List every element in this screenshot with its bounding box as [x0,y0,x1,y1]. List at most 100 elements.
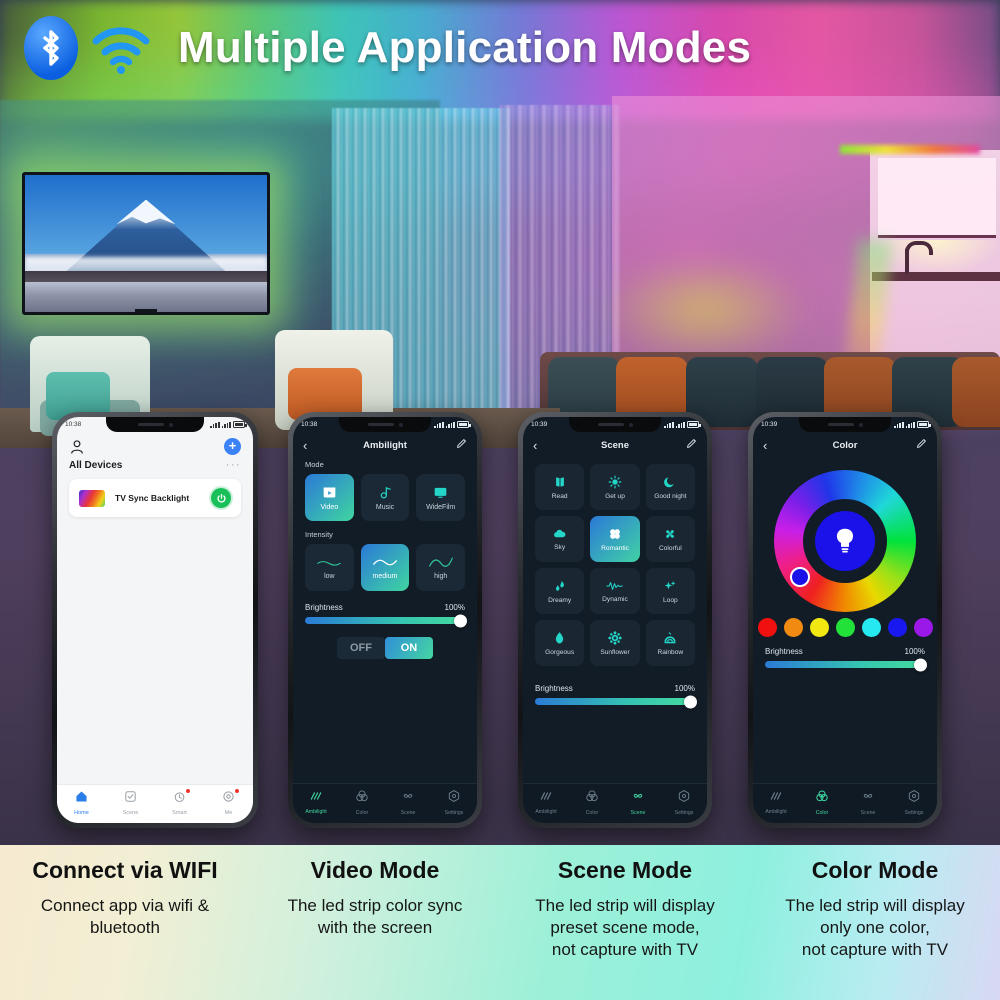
nav-label: Ambilight [535,809,557,815]
intensity-tile-medium[interactable]: medium [360,544,410,591]
intensity-tile-low[interactable]: low [305,544,354,591]
nav-item-settings[interactable]: Settings [661,789,707,816]
power-segmented-control: OFF ON [293,637,477,659]
nav-item-color[interactable]: Color [339,789,385,816]
mode-tile-video[interactable]: Video [305,474,354,521]
sofa-pillow [952,357,1000,427]
nav-item-ambilight[interactable]: Ambilight [293,789,339,816]
tv-stand [135,309,157,312]
back-icon[interactable]: ‹ [533,438,547,453]
nav-item-home[interactable]: Home [57,790,106,816]
caption-band: Connect via WIFI Connect app via wifi & … [0,845,1000,1000]
scene-cell-get-up[interactable]: Get up [590,464,640,510]
mode-label: Music [375,503,395,511]
caption-wifi: Connect via WIFI Connect app via wifi & … [0,845,250,1000]
color-swatch[interactable] [757,618,777,637]
brightness-slider[interactable] [305,614,467,627]
brightness-label: Brightness [535,684,573,693]
nav-item-color[interactable]: Color [569,789,615,816]
nav-label: Scene [122,810,139,816]
scene-cell-sky[interactable]: Sky [535,516,585,562]
brightness-slider[interactable] [765,658,927,671]
brightness-slider[interactable] [535,695,697,708]
status-time: 10:39 [761,421,778,428]
signal-bars-icon [894,421,904,428]
nav-item-ambilight[interactable]: Ambilight [523,789,569,816]
color-swatch[interactable] [887,618,907,637]
nav-item-smart[interactable]: Smart [155,789,204,816]
color-swatch[interactable] [861,618,881,637]
nav-label: Smart [172,810,187,816]
signal-bars-icon [210,421,220,428]
mode-tile-music[interactable]: Music [360,474,410,521]
mode-tile-row: Video Music WideFilm [293,474,477,521]
color-wheel[interactable] [774,470,916,612]
user-avatar-icon[interactable] [69,439,85,455]
signal-bars-icon [675,421,685,428]
nav-item-ambilight[interactable]: Ambilight [753,789,799,816]
scene-label: Good night [654,492,687,500]
intensity-tile-high[interactable]: high [416,544,466,591]
tv-with-backlight [22,172,270,315]
nav-item-scene[interactable]: Scene [845,789,891,816]
color-wheel-handle[interactable] [790,567,810,587]
caption-title: Connect via WIFI [32,857,218,883]
back-icon[interactable]: ‹ [303,438,317,453]
color-swatch[interactable] [809,618,829,637]
device-name: TV Sync Backlight [115,493,190,503]
kitchen-cabinet [878,158,996,238]
edit-pencil-icon[interactable] [913,436,927,454]
kitchen-led-strip [840,145,980,154]
power-toggle-button[interactable] [211,488,231,508]
nav-label: Me [224,810,233,816]
nav-label: Settings [674,810,694,816]
scene-cell-dreamy[interactable]: Dreamy [535,568,585,614]
nav-item-settings[interactable]: Settings [891,789,937,816]
scene-cell-colorful[interactable]: Colorful [645,516,695,562]
on-button[interactable]: ON [385,637,433,659]
intensity-label: high [434,572,448,580]
slider-knob[interactable] [914,658,927,671]
add-device-button[interactable]: + [224,438,241,455]
off-button[interactable]: OFF [337,637,385,659]
color-swatch[interactable] [783,618,803,637]
caption-body: The led strip color sync with the screen [287,896,463,937]
caption-body: Connect app via wifi & bluetooth [40,896,210,937]
scene-cell-loop[interactable]: Loop [645,568,695,614]
signal-bars-icon [434,421,444,428]
slider-knob[interactable] [454,614,467,627]
scene-label: Rainbow [657,648,684,656]
scene-cell-dynamic[interactable]: Dynamic [590,568,640,614]
nav-label: Ambilight [305,809,327,815]
nav-item-scene[interactable]: Scene [615,789,661,816]
scene-label: Get up [605,492,625,500]
kitchen-under-cabinet-light [876,240,998,274]
nav-item-color[interactable]: Color [799,789,845,816]
edit-pencil-icon[interactable] [453,436,467,454]
page-title: Multiple Application Modes [178,22,752,72]
nav-item-me[interactable]: Me [204,789,253,816]
color-swatch-row [753,618,937,637]
signal-bars-icon [221,421,231,428]
slider-knob[interactable] [684,695,697,708]
home-top-bar: + [57,432,253,457]
scene-cell-read[interactable]: Read [535,464,585,510]
nav-item-scene[interactable]: Scene [106,790,155,816]
device-card[interactable]: TV Sync Backlight [69,479,241,517]
app-bar: ‹ Color [753,432,937,460]
brightness-value: 100% [674,684,695,693]
mode-tile-widefilm[interactable]: WideFilm [416,474,466,521]
color-swatch[interactable] [835,618,855,637]
back-icon[interactable]: ‹ [763,438,777,453]
scene-cell-sunflower[interactable]: Sunflower [590,620,640,666]
kitchen-faucet [905,241,933,274]
nav-item-scene[interactable]: Scene [385,789,431,816]
edit-pencil-icon[interactable] [683,436,697,454]
scene-cell-good-night[interactable]: Good night [645,464,695,510]
scene-cell-rainbow[interactable]: Rainbow [645,620,695,666]
color-swatch[interactable] [913,618,933,637]
overflow-menu-icon[interactable]: ··· [226,459,241,471]
scene-cell-romantic[interactable]: Romantic [590,516,640,562]
scene-cell-gorgeous[interactable]: Gorgeous [535,620,585,666]
nav-item-settings[interactable]: Settings [431,789,477,816]
